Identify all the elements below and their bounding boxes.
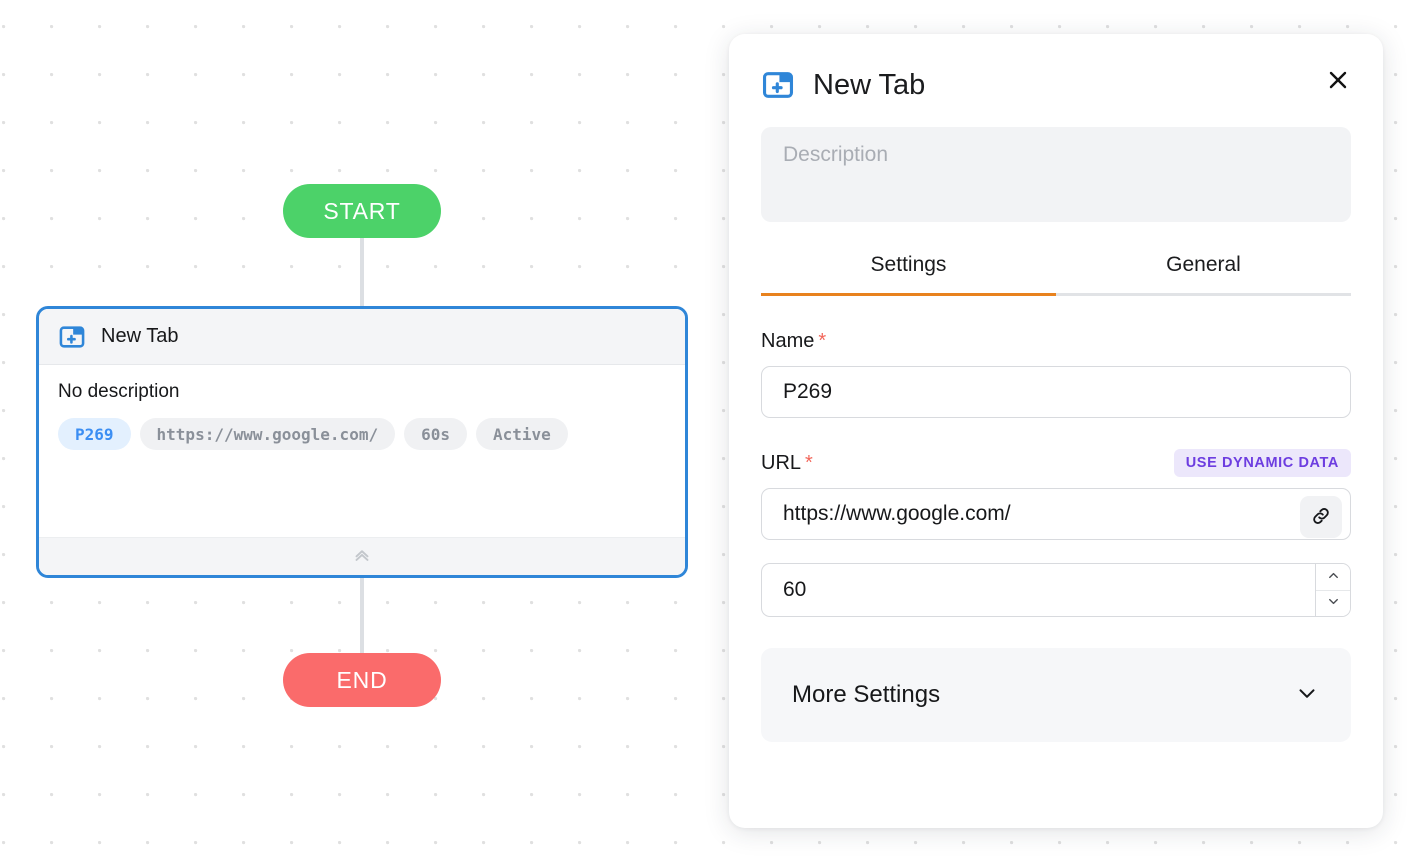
close-button[interactable] [1321,64,1355,98]
chevron-double-up-icon [351,543,373,570]
new-tab-node-title: New Tab [101,325,179,347]
new-tab-node-header: New Tab [39,309,685,365]
link-icon [1310,505,1332,530]
end-node[interactable]: END [283,653,441,707]
timeout-increment-button[interactable] [1316,564,1350,590]
close-icon [1326,68,1350,95]
url-input-wrap [761,477,1351,540]
timeout-stepper [1315,563,1351,617]
timeout-input[interactable] [761,563,1315,617]
start-node-label: START [323,197,401,224]
url-label-row: URL * USE DYNAMIC DATA [761,449,1351,477]
name-label: Name [761,329,815,352]
url-link-button[interactable] [1300,496,1342,538]
panel-tabs: Settings General [761,253,1351,296]
new-tab-node-chip-row: P269 https://www.google.com/ 60s Active [58,418,666,450]
more-settings-label: More Settings [792,681,941,708]
node-settings-panel: New Tab Settings General Name* URL* USE … [729,34,1383,828]
chevron-down-icon [1326,594,1341,612]
panel-header: New Tab [761,62,1351,108]
node-chip-timeout: 60s [404,418,467,450]
name-label-group: Name * [761,330,826,353]
chevron-down-icon [1294,680,1320,711]
name-input[interactable] [761,366,1351,418]
node-chip-id: P269 [58,418,131,450]
node-chip-status: Active [476,418,568,450]
connector-start-to-node [360,232,364,314]
new-tab-icon [58,323,86,351]
tab-settings[interactable]: Settings [761,253,1056,296]
more-settings-accordion[interactable]: More Settings [761,648,1351,742]
node-chip-url: https://www.google.com/ [139,418,396,450]
name-required-marker: * [818,329,827,352]
new-tab-node-collapse-bar[interactable] [39,537,685,575]
new-tab-node-description: No description [58,381,180,402]
end-node-label: END [336,666,388,693]
chevron-up-icon [1326,568,1341,586]
new-tab-node-body: No description P269 https://www.google.c… [39,365,685,537]
name-label-row: Name * [761,327,1351,355]
timeout-field-row [761,563,1351,617]
start-node[interactable]: START [283,184,441,238]
panel-title: New Tab [813,68,926,101]
new-tab-node[interactable]: New Tab No description P269 https://www.… [36,306,688,578]
url-required-marker: * [805,451,813,474]
use-dynamic-data-button[interactable]: USE DYNAMIC DATA [1173,449,1351,477]
url-label-group: URL * [761,452,813,475]
timeout-decrement-button[interactable] [1316,589,1350,616]
description-input[interactable] [761,127,1351,222]
url-input[interactable] [761,488,1351,540]
tab-general[interactable]: General [1056,253,1351,293]
url-label: URL [761,451,802,474]
new-tab-icon [761,68,795,102]
